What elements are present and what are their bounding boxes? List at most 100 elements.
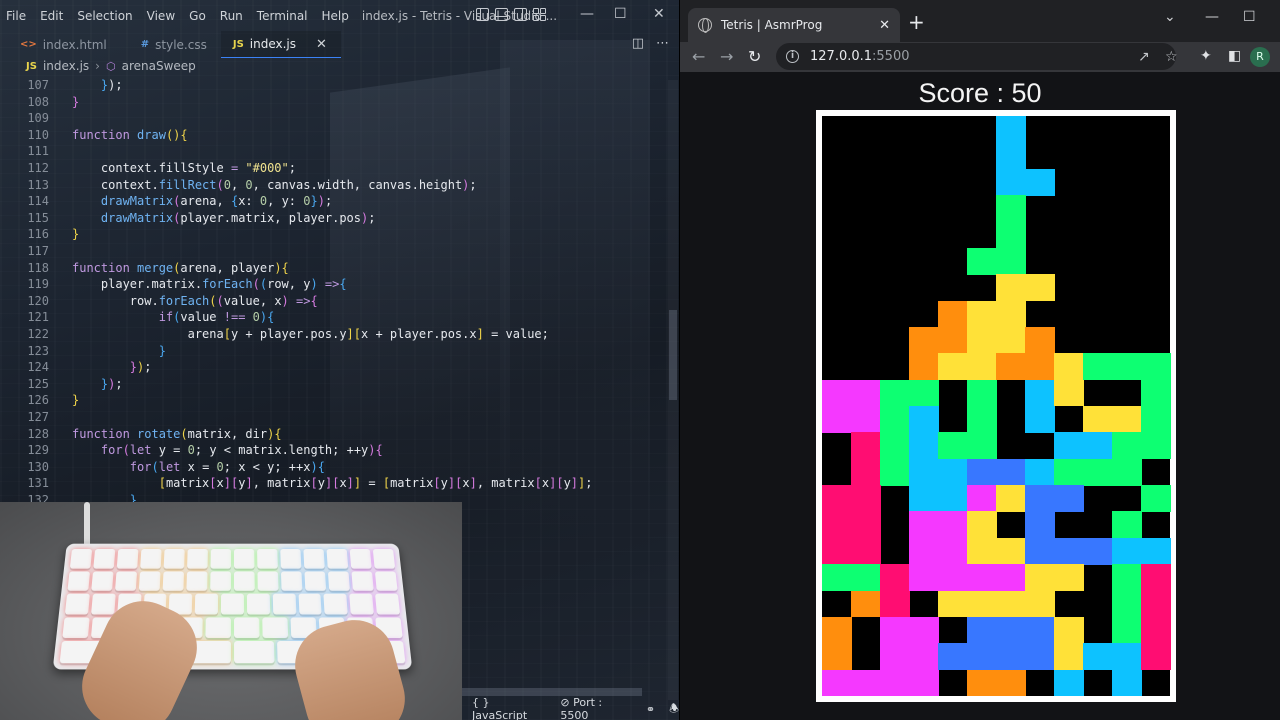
tetris-block [851,380,881,407]
profile-avatar[interactable]: R [1250,47,1270,67]
maximize-icon[interactable]: ☐ [1243,9,1256,25]
toggle-secondary-sidebar-icon[interactable] [514,8,527,21]
keyboard-key [350,549,372,568]
address-bar[interactable]: i 127.0.0.1:5500 ↗ ☆ [776,43,1176,70]
code-line[interactable]: 127 [0,409,668,426]
share-icon[interactable]: ↗ [1138,49,1150,65]
menu-run[interactable]: Run [213,9,250,23]
language-mode[interactable]: { } JavaScript [472,696,546,720]
tetris-block [909,511,939,538]
tetris-block [967,670,997,697]
back-arrow-icon[interactable]: ← [692,47,705,66]
code-line[interactable]: 123 } [0,343,668,360]
breadcrumb-file[interactable]: index.js [43,59,89,73]
browser-tab-strip: Tetris | AsmrProg ✕ + ⌄ — ☐ [680,0,1280,42]
live-server-port[interactable]: ⊘ Port : 5500 [560,696,632,720]
code-line[interactable]: 130 for(let x = 0; x < y; ++x){ [0,459,668,476]
site-info-icon[interactable]: i [786,50,799,63]
toggle-panel-icon[interactable] [495,8,508,21]
menu-selection[interactable]: Selection [70,9,139,23]
code-line[interactable]: 126} [0,392,668,409]
reload-icon[interactable]: ↻ [748,47,761,66]
code-line[interactable]: 107 }); [0,77,668,94]
keyboard-key [65,594,90,615]
tetris-block [822,670,852,697]
code-line[interactable]: 131 [matrix[x][y], matrix[y][x]] = [matr… [0,475,668,492]
new-tab-plus-icon[interactable]: + [908,12,925,32]
browser-tab-tetris[interactable]: Tetris | AsmrProg ✕ [688,8,900,42]
code-line[interactable]: 129 for(let y = 0; y < matrix.length; ++… [0,442,668,459]
code-line[interactable]: 110 function draw(){ [0,127,668,144]
menu-file[interactable]: File [0,9,33,23]
minimize-icon[interactable]: — [1205,9,1219,25]
code-line[interactable]: 128 function rotate(matrix, dir){ [0,426,668,443]
code-line[interactable]: 115 drawMatrix(player.matrix, player.pos… [0,210,668,227]
customize-layout-icon[interactable] [533,8,546,21]
vertical-scrollbar[interactable] [668,80,678,700]
menu-terminal[interactable]: Terminal [250,9,315,23]
maximize-icon[interactable]: ☐ [614,6,627,22]
minimize-icon[interactable]: — [580,6,594,22]
close-tab-icon[interactable]: ✕ [879,18,890,33]
side-panel-icon[interactable]: ◧ [1228,48,1241,64]
menu-view[interactable]: View [140,9,182,23]
extensions-puzzle-icon[interactable]: ✦ [1200,48,1212,64]
code-line[interactable]: 121 if(value !== 0){ [0,309,668,326]
code-text: } [72,343,166,360]
bookmark-star-icon[interactable]: ☆ [1165,49,1178,65]
account-icon[interactable]: ⚭ [646,703,655,716]
score-display: Score : 50 [680,78,1280,109]
split-editor-icon[interactable]: ◫ [632,36,644,51]
code-line[interactable]: 118 function merge(arena, player){ [0,260,668,277]
tetris-canvas[interactable] [822,116,1170,696]
tetris-block [1025,380,1055,407]
code-line[interactable]: 117 [0,243,668,260]
toggle-sidebar-icon[interactable] [476,8,489,21]
code-line[interactable]: 120 row.forEach((value, x) =>{ [0,293,668,310]
code-line[interactable]: 113 context.fillRect(0, 0, canvas.width,… [0,177,668,194]
code-line[interactable]: 112 context.fillStyle = "#000"; [0,160,668,177]
code-line[interactable]: 116} [0,226,668,243]
keyboard-key [327,549,349,568]
code-line[interactable]: 119 player.matrix.forEach((row, y) =>{ [0,276,668,293]
tetris-block [1112,643,1142,670]
code-line[interactable]: 124 }); [0,359,668,376]
notifications-bell-icon[interactable]: 🕭 [669,700,679,719]
close-tab-icon[interactable]: ✕ [316,37,327,52]
code-line[interactable]: 108} [0,94,668,111]
tetris-block [938,643,968,670]
breadcrumb-symbol[interactable]: arenaSweep [122,59,196,73]
tetris-block [967,617,997,644]
tetris-block [822,538,852,565]
forward-arrow-icon[interactable]: → [720,47,733,66]
code-editor[interactable]: 107 }); 108} 109 110 function draw(){111 112 … [0,77,668,502]
menu-help[interactable]: Help [315,9,356,23]
tetris-block [822,643,852,670]
code-line[interactable]: 109 [0,110,668,127]
code-line[interactable]: 125 }); [0,376,668,393]
keyboard-key [304,571,326,591]
chevron-down-icon[interactable]: ⌄ [1164,9,1176,25]
tab-style-css[interactable]: # style.css [121,31,221,58]
close-window-icon[interactable]: ✕ [653,6,665,22]
code-line[interactable]: 122 arena[y + player.pos.y][x + player.p… [0,326,668,343]
tetris-block [967,485,997,512]
tetris-block [1112,432,1142,459]
more-actions-icon[interactable]: ⋯ [656,36,669,51]
scrollbar-thumb[interactable] [669,310,677,400]
tetris-block [996,617,1026,644]
code-line[interactable]: 111 [0,143,668,160]
menu-go[interactable]: Go [182,9,213,23]
tab-index-html[interactable]: <> index.html [0,31,121,58]
code-line[interactable]: 114 drawMatrix(arena, {x: 0, y: 0}); [0,193,668,210]
menu-edit[interactable]: Edit [33,9,70,23]
tetris-block [996,591,1026,618]
tetris-block [967,406,997,433]
horizontal-scrollbar[interactable] [462,688,642,696]
tetris-block [1054,643,1084,670]
code-line[interactable]: 132 } [0,492,668,502]
line-number: 116 [0,226,49,243]
line-number: 107 [0,77,49,94]
tab-index-js[interactable]: JS index.js ✕ [221,31,341,58]
tetris-block [1054,485,1084,512]
